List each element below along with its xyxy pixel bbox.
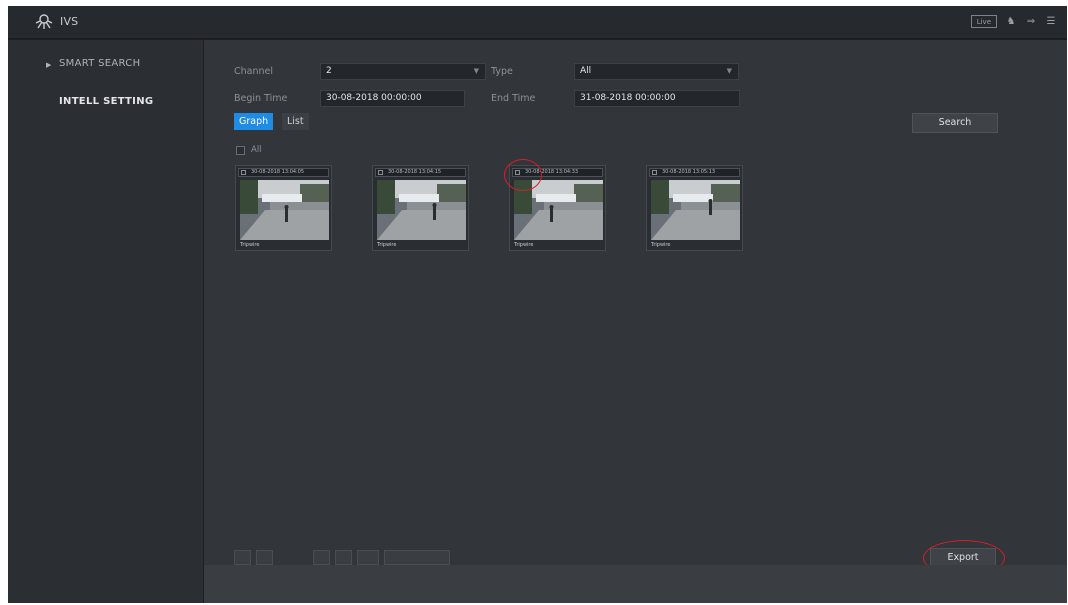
annotation-circle <box>504 159 542 191</box>
type-label: Type <box>491 66 513 77</box>
bottom-strip <box>204 565 1067 603</box>
select-all-checkbox[interactable] <box>236 145 245 155</box>
thumbnail-header: 30-08-2018 13:04:05 <box>238 168 329 177</box>
menu-icon[interactable]: ☰ <box>1045 16 1057 28</box>
thumbnail-checkbox[interactable] <box>652 170 657 175</box>
logout-icon[interactable]: ⇒ <box>1025 16 1037 28</box>
channel-value: 2 <box>326 66 332 76</box>
top-bar: IVS Live ♞ ⇒ ☰ <box>8 6 1067 39</box>
snapshot-image <box>240 180 329 240</box>
pagination <box>234 550 450 565</box>
user-icon[interactable]: ♞ <box>1005 16 1017 28</box>
chevron-right-icon: ▶ <box>46 61 52 69</box>
sidebar-item-label: INTELL SETTING <box>59 96 154 107</box>
app-title: IVS <box>60 15 79 28</box>
thumbnail-checkbox[interactable] <box>378 170 383 175</box>
app-logo: IVS <box>34 13 78 30</box>
next-page-button[interactable] <box>313 550 330 565</box>
channel-label: Channel <box>234 66 274 77</box>
end-time-input[interactable]: 31-08-2018 00:00:00 <box>574 90 740 107</box>
graph-view-button[interactable]: Graph <box>234 113 274 130</box>
select-all-row: All <box>236 145 262 155</box>
result-thumbnail[interactable]: 30-08-2018 13:04:05 Tripwire <box>235 165 332 251</box>
snapshot-image <box>651 180 740 240</box>
type-select[interactable]: All ▼ <box>574 63 739 80</box>
sidebar-item-label: SMART SEARCH <box>59 58 141 69</box>
thumbnail-tag: Tripwire <box>514 242 534 248</box>
thumbnail-tag: Tripwire <box>377 242 397 248</box>
result-thumbnail[interactable]: 30-08-2018 13:04:15 Tripwire <box>372 165 469 251</box>
thumbnail-tag: Tripwire <box>240 242 260 248</box>
result-thumbnail[interactable]: 30-08-2018 13:05:13 Tripwire <box>646 165 743 251</box>
main-panel: Channel 2 ▼ Type All ▼ Begin Time 30-08-… <box>204 40 1067 603</box>
snapshot-image <box>377 180 466 240</box>
thumbnail-tag: Tripwire <box>651 242 671 248</box>
thumbnail-time: 30-08-2018 13:04:15 <box>388 169 442 175</box>
list-view-button[interactable]: List <box>282 113 309 130</box>
begin-time-input[interactable]: 30-08-2018 00:00:00 <box>320 90 465 107</box>
chevron-down-icon: ▼ <box>473 67 479 75</box>
channel-select[interactable]: 2 ▼ <box>320 63 486 80</box>
thumbnail-time: 30-08-2018 13:05:13 <box>662 169 716 175</box>
ivs-logo-icon <box>35 14 53 29</box>
first-page-button[interactable] <box>234 550 251 565</box>
ivs-window: IVS Live ♞ ⇒ ☰ ▶ SMART SEARCH INTELL SET… <box>8 6 1067 603</box>
top-bar-actions: Live ♞ ⇒ ☰ <box>970 15 1057 28</box>
thumbnail-time: 30-08-2018 13:04:05 <box>251 169 305 175</box>
end-time-label: End Time <box>491 93 536 104</box>
live-button[interactable]: Live <box>970 15 997 28</box>
thumbnail-header: 30-08-2018 13:05:13 <box>649 168 740 177</box>
page-number-input[interactable] <box>357 550 379 565</box>
sidebar-item-intell-setting[interactable]: INTELL SETTING <box>8 87 203 121</box>
sidebar-item-smart-search[interactable]: ▶ SMART SEARCH <box>8 49 203 83</box>
sidebar: ▶ SMART SEARCH INTELL SETTING <box>8 40 203 603</box>
thumbnail-checkbox[interactable] <box>241 170 246 175</box>
prev-page-button[interactable] <box>256 550 273 565</box>
chevron-down-icon: ▼ <box>726 67 732 75</box>
thumbnail-header: 30-08-2018 13:04:15 <box>375 168 466 177</box>
select-all-label: All <box>251 145 262 155</box>
last-page-button[interactable] <box>335 550 352 565</box>
begin-time-label: Begin Time <box>234 93 288 104</box>
search-button[interactable]: Search <box>912 113 998 133</box>
type-value: All <box>580 66 592 76</box>
go-button[interactable] <box>384 550 450 565</box>
